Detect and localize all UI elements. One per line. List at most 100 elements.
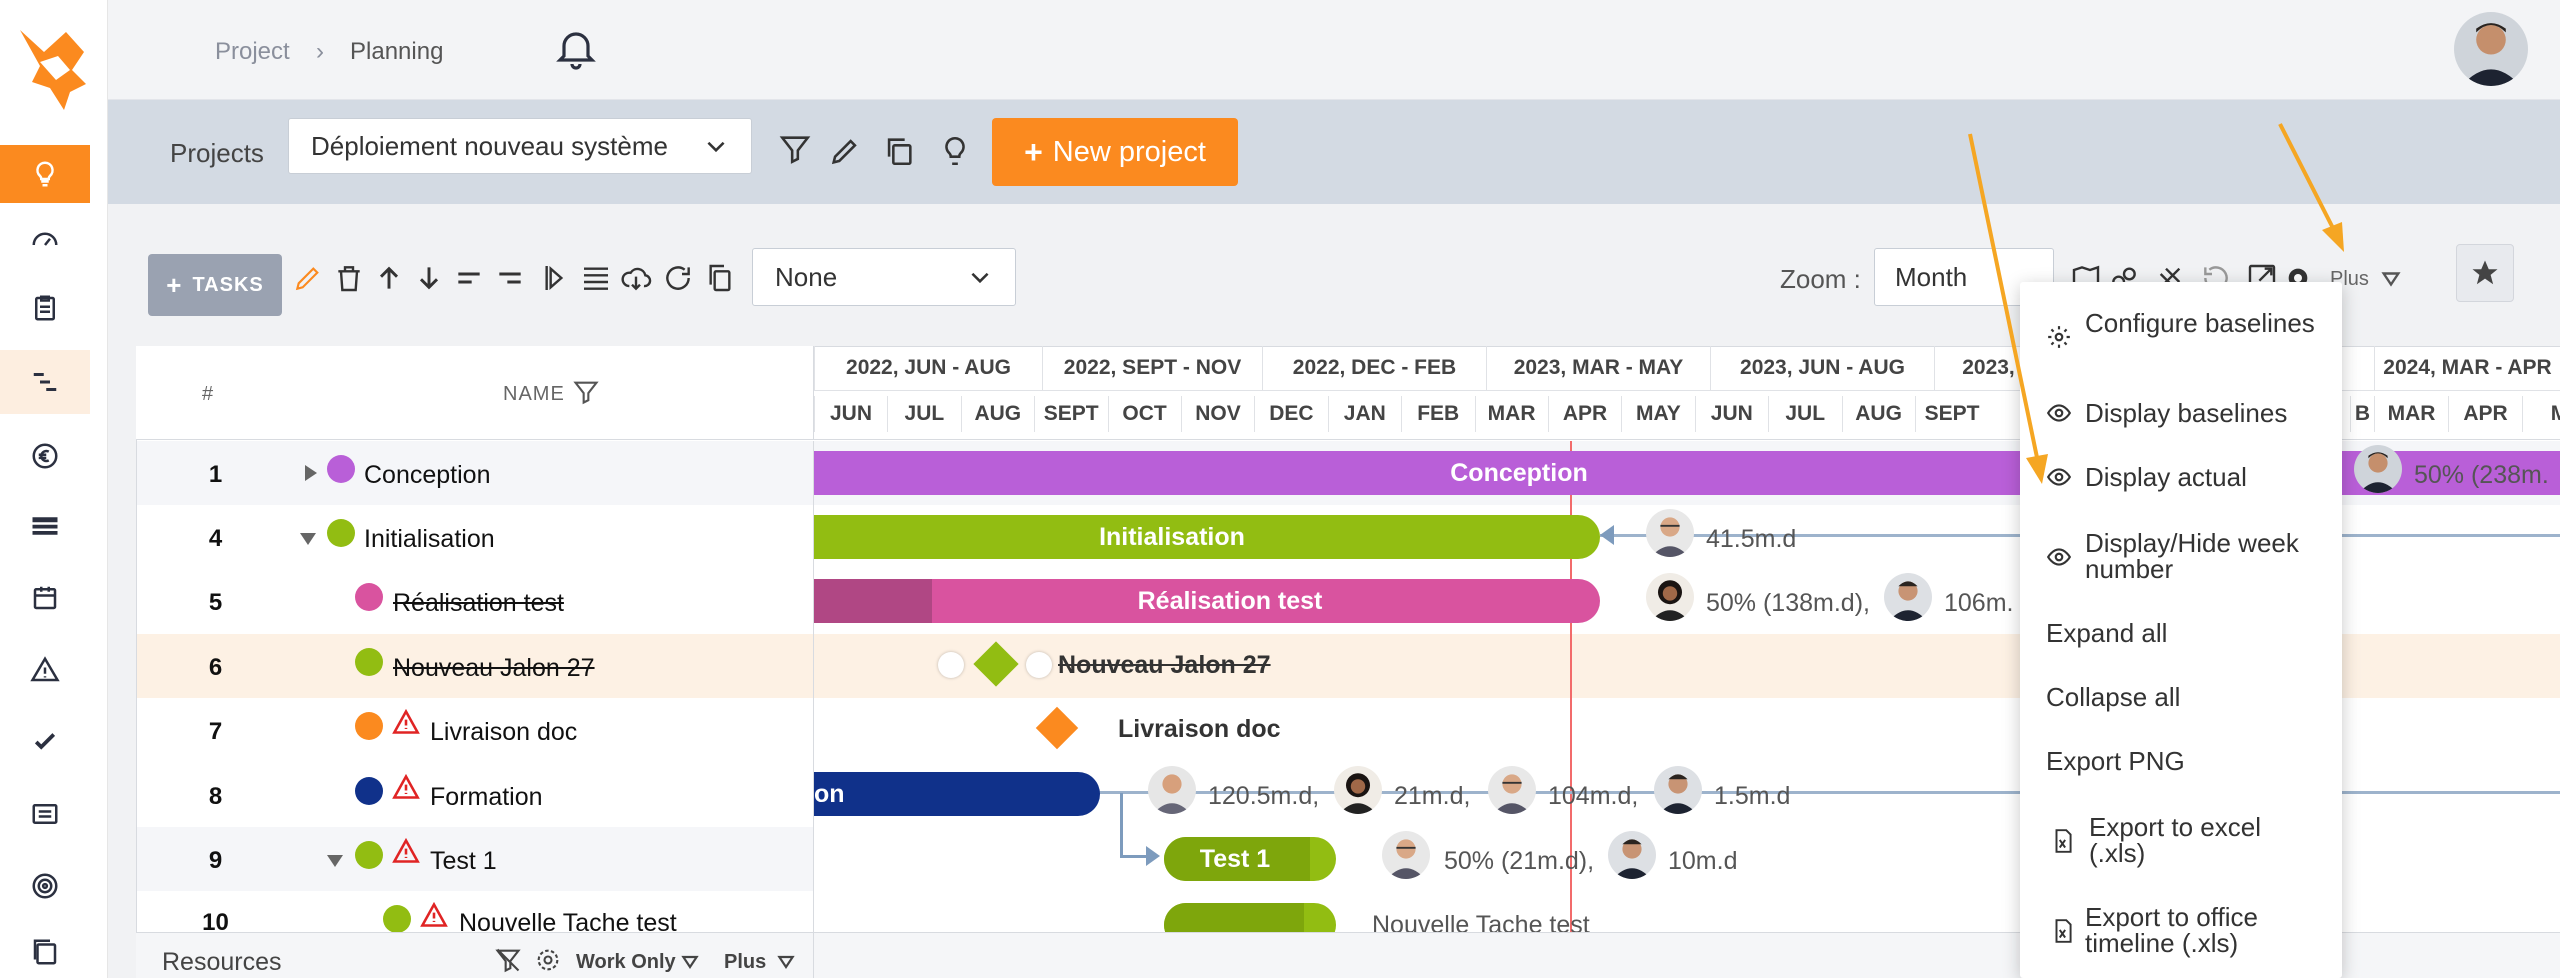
sidebar-item-reports[interactable] [0, 782, 90, 846]
sidebar-item-goals[interactable] [0, 854, 90, 918]
sidebar-item-documents[interactable] [0, 926, 90, 978]
name-filter-icon[interactable] [572, 378, 600, 406]
gantt-bar-nouvelle-tache[interactable] [1164, 903, 1336, 932]
duplicate-icon[interactable] [704, 262, 736, 299]
sidebar-item-calendar[interactable] [0, 566, 90, 630]
fox-logo[interactable] [14, 22, 92, 112]
resource-avatar [1884, 573, 1932, 621]
user-avatar[interactable] [2454, 12, 2528, 86]
arrow-up-icon[interactable] [373, 262, 405, 299]
sidebar-item-ideas[interactable] [0, 145, 90, 203]
resource-load-text: 10m.d [1668, 847, 1738, 875]
resource-load-text: 1.5m.d [1714, 782, 1791, 810]
expand-caret-icon[interactable] [305, 465, 317, 481]
star-icon [2472, 260, 2498, 285]
top-header [108, 0, 2560, 100]
month-header: AUG [1841, 396, 1915, 432]
menu-item-label: Display actual [2085, 462, 2247, 492]
lightbulb-icon[interactable] [938, 134, 972, 173]
row-number: 7 [208, 718, 223, 745]
task-name: Formation [430, 783, 543, 811]
caret-down-icon[interactable] [776, 952, 796, 972]
add-tasks-button[interactable]: + TASKS [148, 254, 282, 316]
warning-icon [420, 901, 448, 927]
gantt-bar-formation[interactable]: on [814, 772, 1100, 816]
excel-file-icon [2055, 829, 2072, 853]
sidebar-item-check[interactable] [0, 710, 90, 774]
arrow-down-icon[interactable] [413, 262, 445, 299]
dependency-line [1120, 793, 1123, 857]
bell-icon[interactable] [552, 24, 600, 72]
edit-task-icon[interactable] [292, 262, 324, 299]
caret-down-icon[interactable] [2380, 268, 2402, 290]
warning-icon [392, 773, 420, 799]
copy-icon[interactable] [882, 134, 916, 173]
milestone-icon[interactable] [540, 262, 572, 299]
task-row[interactable]: 4 Initialisation [137, 505, 814, 569]
resources-filter-icon[interactable] [494, 946, 522, 974]
projects-label: Projects [170, 138, 264, 168]
indent-icon[interactable] [494, 262, 526, 299]
resource-load-text: 41.5m.d [1706, 525, 1797, 553]
caret-down-icon[interactable] [680, 952, 700, 972]
task-row[interactable]: 1 Conception [137, 441, 814, 505]
row-number: 8 [208, 783, 223, 810]
menu-item-label: Collapse all [2046, 682, 2181, 712]
filter-icon[interactable] [778, 132, 812, 171]
cloud-download-icon[interactable] [620, 262, 652, 299]
tasks-label: TASKS [192, 273, 264, 296]
refresh-icon[interactable] [662, 262, 694, 299]
gantt-bar-initialisation[interactable]: Initialisation [814, 515, 1600, 559]
project-select-value: Déploiement nouveau système [311, 130, 668, 161]
outdent-icon[interactable] [453, 262, 485, 299]
gantt-bar-test1[interactable]: Test 1 [1164, 837, 1336, 881]
list-icon[interactable] [580, 262, 612, 299]
menu-item-label: Display/Hide week number [2085, 528, 2299, 584]
milestone-handle[interactable] [1026, 652, 1052, 678]
task-row[interactable]: 5 Réalisation test [137, 569, 814, 633]
sidebar-item-gantt[interactable] [0, 350, 90, 414]
eye-icon [2046, 404, 2072, 422]
resources-plus-menu[interactable]: Plus [724, 951, 766, 974]
euro-icon [32, 443, 58, 469]
sidebar-item-risks[interactable] [0, 638, 90, 702]
sidebar-item-budget[interactable] [0, 424, 90, 488]
sidebar-item-table[interactable] [0, 494, 90, 558]
lightbulb-icon [36, 161, 54, 187]
project-select[interactable]: Déploiement nouveau système [288, 118, 752, 174]
favorite-button[interactable] [2456, 244, 2514, 302]
sidebar-item-tasks[interactable] [0, 276, 90, 340]
breadcrumb-project[interactable]: Project [215, 38, 290, 66]
progress-fill [1164, 903, 1304, 932]
month-header: B [2350, 396, 2374, 432]
sidebar-item-dashboard[interactable] [0, 208, 90, 272]
task-row[interactable]: 10 Nouvelle Tache test [137, 891, 814, 932]
milestone-label: Nouveau Jalon 27 [1058, 651, 1271, 679]
month-header: DEC [1254, 396, 1327, 432]
month-header: MAY [1621, 396, 1694, 432]
resources-settings-icon[interactable] [534, 946, 562, 974]
task-row[interactable]: 7 Livraison doc [137, 698, 814, 762]
collapse-caret-icon[interactable] [327, 855, 343, 867]
task-row[interactable]: 6 Nouveau Jalon 27 [137, 634, 814, 698]
collapse-caret-icon[interactable] [300, 533, 316, 545]
month-header: JUL [1768, 396, 1841, 432]
milestone-diamond[interactable] [1035, 706, 1079, 750]
month-header: FEB [1401, 396, 1474, 432]
grouping-select[interactable]: None [752, 248, 1016, 306]
dependency-arrow-icon [1146, 846, 1160, 866]
trash-icon[interactable] [333, 262, 365, 299]
task-row[interactable]: 9 Test 1 [137, 827, 814, 891]
gantt-bar-realisation[interactable]: Réalisation test [814, 579, 1600, 623]
menu-item-label: Export to office timeline (.xls) [2085, 902, 2258, 958]
new-project-button[interactable]: + New project [992, 118, 1238, 186]
milestone-handle[interactable] [938, 652, 964, 678]
task-row[interactable]: 8 Formation [137, 763, 814, 827]
resource-avatar [2354, 445, 2402, 493]
calendar-icon [33, 586, 57, 610]
milestone-diamond[interactable] [973, 641, 1019, 687]
pencil-icon[interactable] [828, 134, 862, 173]
quarter-header: 2022, JUN - AUG [814, 346, 1042, 390]
work-only-toggle[interactable]: Work Only [576, 951, 676, 974]
clipboard-icon [35, 295, 55, 321]
